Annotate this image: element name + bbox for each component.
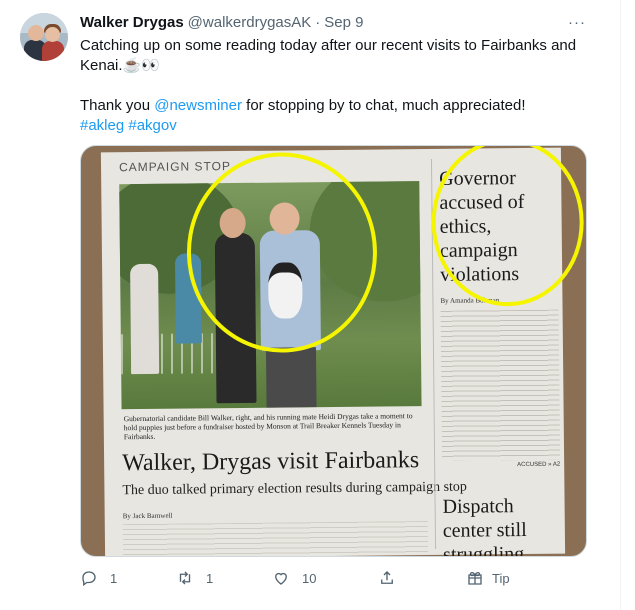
retweet-icon xyxy=(179,571,191,585)
tweet-media-photo[interactable]: CAMPAIGN STOP Gubernatorial candidate Bi… xyxy=(80,145,587,557)
article-body-text xyxy=(122,521,429,556)
tweet-text: Catching up on some reading today after … xyxy=(80,36,590,136)
more-options-icon[interactable]: ··· xyxy=(567,14,587,31)
separator-dot: · xyxy=(315,13,321,31)
retweet-count: 1 xyxy=(206,570,214,586)
side-article-jump: ACCUSED » A2 xyxy=(517,461,561,469)
tweet-emoji: ☕👀 xyxy=(122,57,160,74)
share-icon xyxy=(381,571,393,584)
dispatch-headline: Dispatch center still struggling xyxy=(442,495,527,557)
hashtag-akgov[interactable]: #akgov xyxy=(128,117,176,134)
like-button[interactable]: 10 xyxy=(272,568,316,588)
mention-newsminer[interactable]: @newsminer xyxy=(154,97,242,114)
tweet-thanks-line: Thank you @newsminer for stopping by to … xyxy=(80,96,590,116)
reply-count: 1 xyxy=(110,570,118,586)
tip-icon xyxy=(468,571,482,585)
reply-button[interactable]: 1 xyxy=(80,568,117,588)
tweet-header: Walker Drygas @walkerdrygasAK · Sep 9 xyxy=(80,12,363,32)
tweet-text-kenai: Kenai. xyxy=(80,57,123,74)
newspaper-kicker: CAMPAIGN STOP xyxy=(118,159,232,175)
tweet-text-line1: Catching up on some reading today after … xyxy=(80,37,577,54)
tip-button[interactable]: Tip xyxy=(466,568,510,588)
author-name[interactable]: Walker Drygas xyxy=(80,14,184,31)
article-headline: Walker, Drygas visit Fairbanks xyxy=(122,447,420,477)
tweet-actions: 1 1 10 Tip xyxy=(80,568,600,588)
reply-icon xyxy=(82,571,96,587)
highlight-circle-photo xyxy=(185,151,378,354)
newspaper: CAMPAIGN STOP Gubernatorial candidate Bi… xyxy=(100,146,585,557)
tweet-card[interactable]: Walker Drygas @walkerdrygasAK · Sep 9 ··… xyxy=(0,0,621,610)
photo-caption: Gubernatorial candidate Bill Walker, rig… xyxy=(123,411,413,442)
tweet-text-line2: Kenai.☕👀 xyxy=(80,56,590,76)
retweet-button[interactable]: 1 xyxy=(176,568,213,588)
thanks-prefix: Thank you xyxy=(80,97,155,114)
hashtag-akleg[interactable]: #akleg xyxy=(80,117,124,134)
tweet-date[interactable]: Sep 9 xyxy=(324,14,363,31)
heart-icon xyxy=(275,572,287,585)
hashtags-line: #akleg #akgov xyxy=(80,116,590,136)
article-byline: By Jack Barnwell xyxy=(122,511,173,521)
photo-legs xyxy=(265,347,317,408)
avatar-person-right xyxy=(42,41,64,61)
side-article-body xyxy=(440,309,561,461)
avatar-face-right xyxy=(45,27,60,42)
article-deck: The duo talked primary election results … xyxy=(122,479,467,499)
like-count: 10 xyxy=(302,570,317,586)
thanks-suffix: for stopping by to chat, much appreciate… xyxy=(241,97,526,114)
share-button[interactable] xyxy=(378,568,396,588)
author-handle[interactable]: @walkerdrygasAK xyxy=(188,14,312,31)
author-avatar[interactable] xyxy=(20,13,68,61)
tip-label: Tip xyxy=(492,570,510,586)
avatar-face-left xyxy=(28,25,44,41)
photo-person xyxy=(130,263,160,375)
